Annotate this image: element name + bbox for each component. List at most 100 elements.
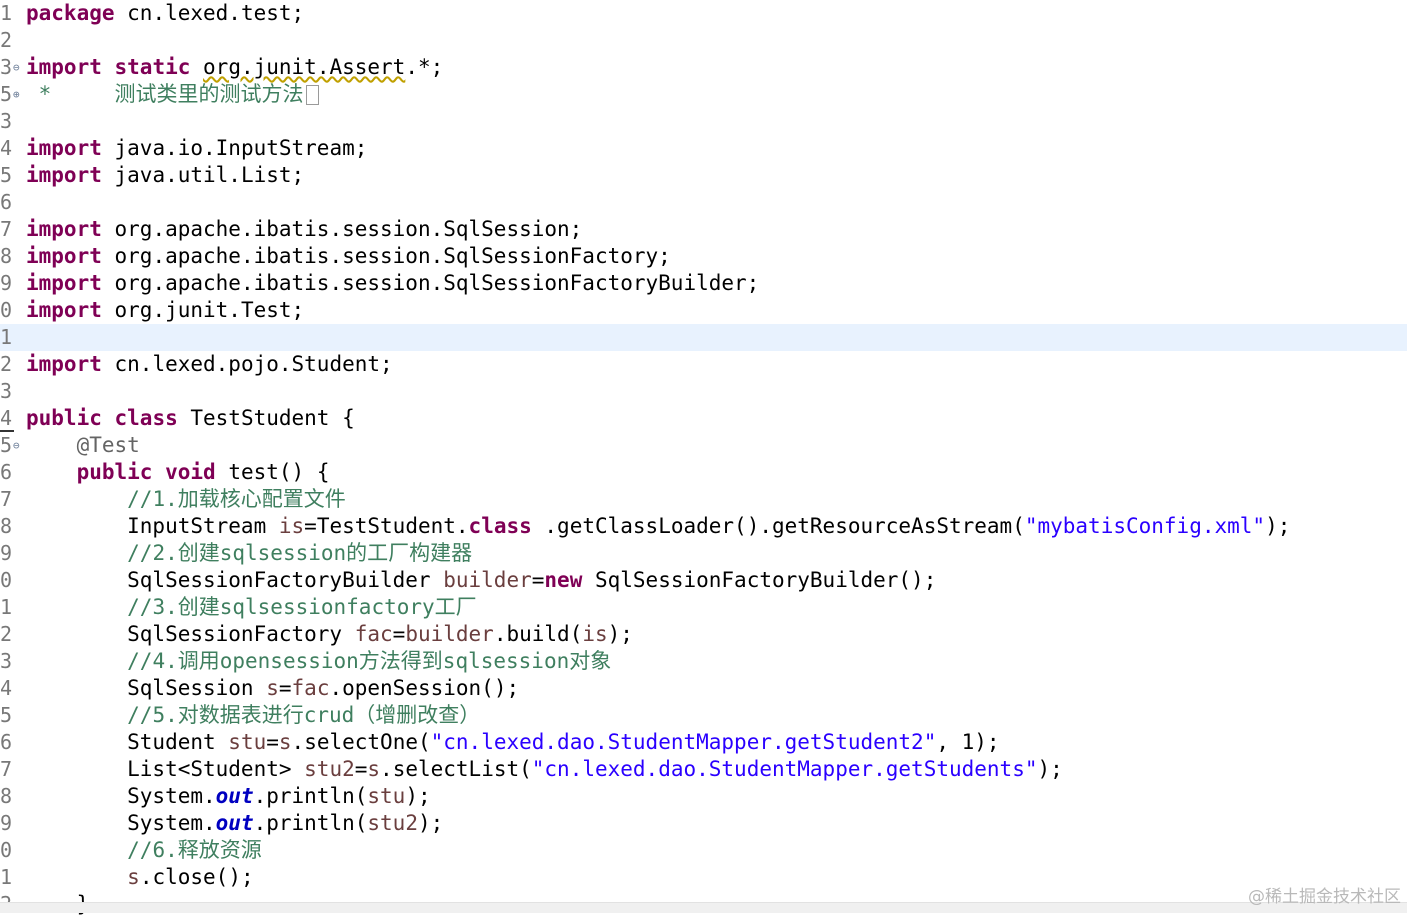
code-line[interactable]: 1 package cn.lexed.test; — [0, 0, 1407, 27]
code-token: System. — [26, 811, 216, 835]
code-line[interactable]: 1 s.close(); — [0, 864, 1407, 891]
code-line[interactable]: 8 InputStream is=TestStudent.class .getC… — [0, 513, 1407, 540]
code-token: stu — [228, 730, 267, 754]
line-number: 6 — [0, 460, 12, 484]
code-token: public — [26, 406, 115, 430]
line-number: 8 — [0, 784, 12, 808]
code-line[interactable]: 3 — [0, 108, 1407, 135]
code-line[interactable]: 8 System.out.println(stu); — [0, 783, 1407, 810]
line-number: 7 — [0, 487, 12, 511]
code-token: is — [582, 622, 608, 646]
code-token: java.io.InputStream; — [114, 136, 368, 160]
code-line[interactable]: 0 import org.junit.Test; — [0, 297, 1407, 324]
line-number: 1 — [0, 865, 12, 889]
code-token: .*; — [405, 55, 444, 79]
code-token: SqlSessionFactoryBuilder(); — [594, 568, 937, 592]
code-line[interactable]: 7 //1.加载核心配置文件 — [0, 486, 1407, 513]
code-token: stu — [367, 784, 406, 808]
expand-fold-icon[interactable]: ⊕ — [13, 81, 20, 108]
code-token: .selectList( — [380, 757, 532, 781]
line-number: 2 — [0, 28, 12, 52]
code-line[interactable]: 9 //2.创建sqlsession的工厂构建器 — [0, 540, 1407, 567]
code-line[interactable]: 4 import java.io.InputStream; — [0, 135, 1407, 162]
code-token: import — [26, 244, 115, 268]
line-number: 4 — [0, 136, 12, 160]
code-line[interactable]: 4 public class TestStudent { — [0, 405, 1407, 432]
code-text: package cn.lexed.test; — [26, 0, 304, 27]
line-number: 5 — [0, 163, 12, 187]
code-line[interactable]: 6 Student stu=s.selectOne("cn.lexed.dao.… — [0, 729, 1407, 756]
line-number: 0 — [0, 298, 12, 322]
code-token: =TestStudent. — [304, 514, 469, 538]
code-text: SqlSessionFactoryBuilder builder=new Sql… — [26, 567, 936, 594]
code-token: stu2 — [304, 757, 355, 781]
code-token: is — [278, 514, 305, 538]
code-line[interactable]: 2 SqlSessionFactory fac=builder.build(is… — [0, 621, 1407, 648]
code-token: builder — [405, 622, 494, 646]
code-line[interactable]: 7 import org.apache.ibatis.session.SqlSes… — [0, 216, 1407, 243]
code-token: ); — [1037, 757, 1063, 781]
line-number: 1 — [0, 595, 12, 619]
code-line[interactable]: 1 — [0, 324, 1407, 351]
line-number: 7 — [0, 217, 12, 241]
line-number: 1 — [0, 1, 12, 25]
code-line[interactable]: 1 //3.创建sqlsessionfactory工厂 — [0, 594, 1407, 621]
line-number: 8 — [0, 244, 12, 268]
code-line[interactable]: 5 import java.util.List; — [0, 162, 1407, 189]
code-line[interactable]: 3 — [0, 378, 1407, 405]
code-line[interactable]: 8 import org.apache.ibatis.session.SqlSes… — [0, 243, 1407, 270]
code-token: TestStudent { — [190, 406, 355, 430]
code-text: //4.调用opensession方法得到sqlsession对象 — [26, 648, 611, 675]
code-token: import — [26, 217, 115, 241]
code-token: = — [531, 568, 545, 592]
horizontal-scrollbar[interactable] — [0, 902, 1407, 913]
code-token: .println( — [253, 784, 368, 808]
code-line[interactable]: 0 SqlSessionFactoryBuilder builder=new S… — [0, 567, 1407, 594]
code-line[interactable]: 0 //6.释放资源 — [0, 837, 1407, 864]
collapse-fold-icon[interactable]: ⊖ — [13, 54, 20, 81]
code-line[interactable]: 6 public void test() { — [0, 459, 1407, 486]
code-line[interactable]: 2 — [0, 27, 1407, 54]
line-number: 9 — [0, 271, 12, 295]
code-token: cn.lexed.pojo.Student; — [114, 352, 393, 376]
code-token: , 1); — [936, 730, 1000, 754]
code-token: .close(); — [139, 865, 254, 889]
code-line[interactable]: 6 — [0, 189, 1407, 216]
code-line[interactable]: 5 //5.对数据表进行crud（增删改查） — [0, 702, 1407, 729]
folded-comment-marker[interactable] — [305, 85, 319, 105]
code-token: //3.创建sqlsessionfactory工厂 — [127, 595, 477, 619]
code-token: class — [468, 514, 545, 538]
code-line[interactable]: 5 ⊕ * 测试类里的测试方法 — [0, 81, 1407, 108]
code-token: out — [215, 784, 254, 808]
line-number: 6 — [0, 190, 12, 214]
code-line[interactable]: 9 import org.apache.ibatis.session.SqlSes… — [0, 270, 1407, 297]
line-number: 3 — [0, 649, 12, 673]
code-token: s — [278, 730, 292, 754]
code-line[interactable]: 3 ⊖ import static org.junit.Assert.*; — [0, 54, 1407, 81]
code-line[interactable]: 7 List<Student> stu2=s.selectList("cn.le… — [0, 756, 1407, 783]
code-token: org.junit.Assert — [203, 55, 406, 79]
line-number: 5 — [0, 703, 12, 727]
code-token: import — [26, 352, 115, 376]
line-number: 3 — [0, 109, 12, 133]
code-token: SqlSessionFactory — [26, 622, 355, 646]
code-line[interactable]: 9 System.out.println(stu2); — [0, 810, 1407, 837]
collapse-fold-icon[interactable]: ⊖ — [13, 432, 20, 459]
code-editor[interactable]: 1 package cn.lexed.test; 2 3 ⊖ import static … — [0, 0, 1407, 916]
code-line[interactable]: 4 SqlSession s=fac.openSession(); — [0, 675, 1407, 702]
code-token: ); — [607, 622, 633, 646]
code-line[interactable]: 5 ⊖ @Test — [0, 432, 1407, 459]
line-number: 3 — [0, 55, 12, 79]
code-line[interactable]: 2 import cn.lexed.pojo.Student; — [0, 351, 1407, 378]
code-token: "cn.lexed.dao.StudentMapper.getStudent2" — [430, 730, 937, 754]
code-token: ); — [417, 811, 444, 835]
code-text: //6.释放资源 — [26, 837, 262, 864]
code-line[interactable]: 3 //4.调用opensession方法得到sqlsession对象 — [0, 648, 1407, 675]
line-marker — [0, 430, 14, 432]
